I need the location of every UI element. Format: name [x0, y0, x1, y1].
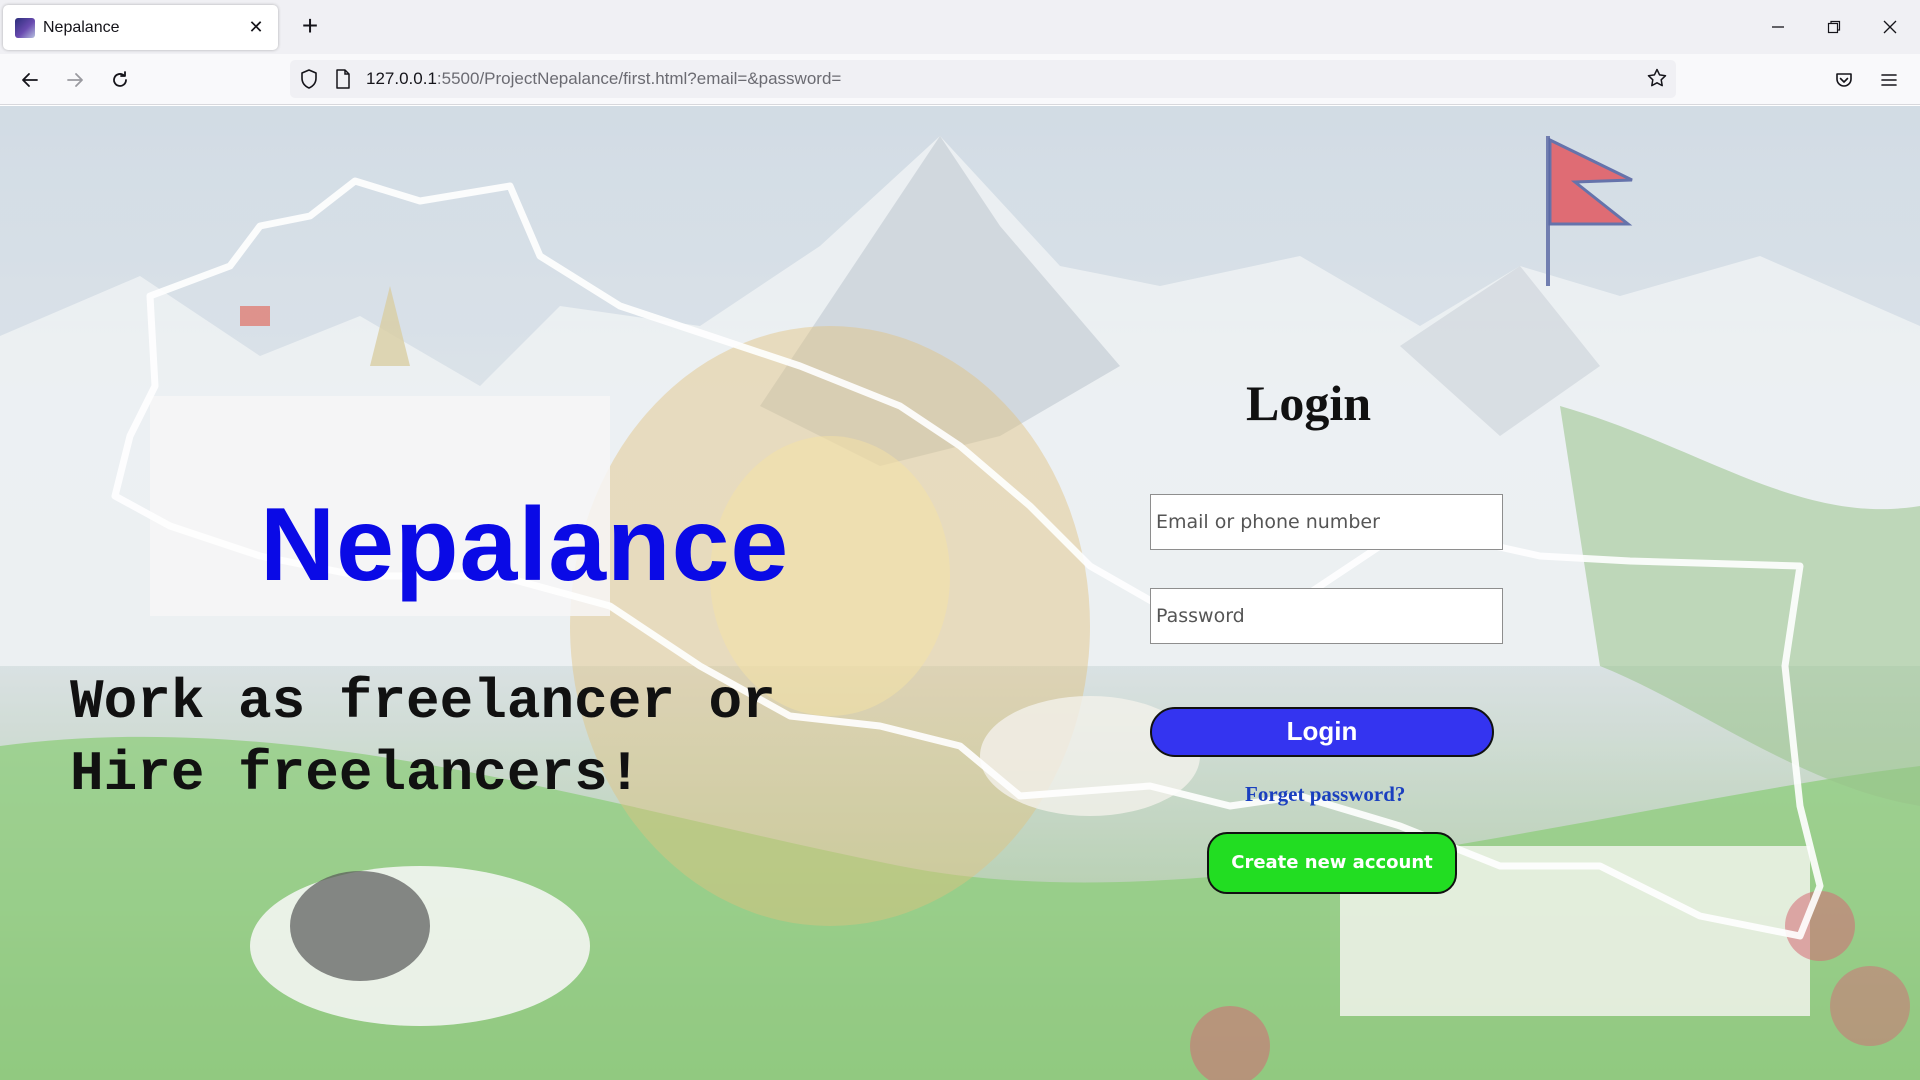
- minimize-icon: [1772, 26, 1784, 28]
- brand-title: Nepalance: [260, 487, 790, 603]
- pocket-button[interactable]: [1826, 62, 1862, 98]
- url-text[interactable]: 127.0.0.1:5500/ProjectNepalance/first.ht…: [366, 69, 841, 89]
- site-favicon-icon: [15, 17, 35, 38]
- new-tab-button[interactable]: +: [293, 10, 327, 44]
- browser-tab-strip: Nepalance ✕ +: [0, 0, 1920, 54]
- reload-button[interactable]: [102, 62, 138, 98]
- tagline-line-1: Work as freelancer or: [70, 670, 776, 734]
- tagline-line-2: Hire freelancers!: [70, 742, 642, 806]
- maximize-icon: [1827, 20, 1841, 34]
- tab-title: Nepalance: [43, 18, 120, 36]
- url-host: 127.0.0.1: [366, 69, 437, 88]
- pocket-icon: [1836, 73, 1852, 87]
- browser-toolbar: 127.0.0.1:5500/ProjectNepalance/first.ht…: [0, 54, 1920, 105]
- tab-close-icon[interactable]: ✕: [246, 17, 266, 38]
- back-button[interactable]: [12, 62, 48, 98]
- close-icon: [1883, 20, 1897, 34]
- reload-icon: [113, 71, 127, 87]
- window-close-button[interactable]: [1862, 8, 1918, 46]
- tagline: Work as freelancer or Hire freelancers!: [70, 666, 776, 810]
- star-icon[interactable]: [1646, 67, 1668, 89]
- url-path: :5500/ProjectNepalance/first.html?email=…: [436, 69, 842, 88]
- restore-button[interactable]: [1806, 8, 1862, 46]
- login-button[interactable]: Login: [1150, 707, 1494, 757]
- menu-icon: [1881, 74, 1897, 86]
- create-account-button[interactable]: Create new account: [1207, 832, 1457, 894]
- forward-button[interactable]: [57, 62, 93, 98]
- login-heading: Login: [1246, 375, 1372, 431]
- forward-icon: [67, 73, 83, 87]
- app-menu-button[interactable]: [1871, 62, 1907, 98]
- email-field[interactable]: [1150, 494, 1503, 550]
- browser-tab[interactable]: Nepalance ✕: [3, 5, 278, 50]
- minimize-button[interactable]: [1750, 8, 1806, 46]
- forgot-password-link[interactable]: Forget password?: [1245, 782, 1405, 807]
- page-icon: [336, 69, 350, 89]
- page-viewport: Nepalance Work as freelancer or Hire fre…: [0, 106, 1920, 1080]
- shield-icon[interactable]: [298, 68, 320, 90]
- address-bar[interactable]: 127.0.0.1:5500/ProjectNepalance/first.ht…: [290, 60, 1676, 98]
- back-icon: [22, 73, 38, 87]
- password-field[interactable]: [1150, 588, 1503, 644]
